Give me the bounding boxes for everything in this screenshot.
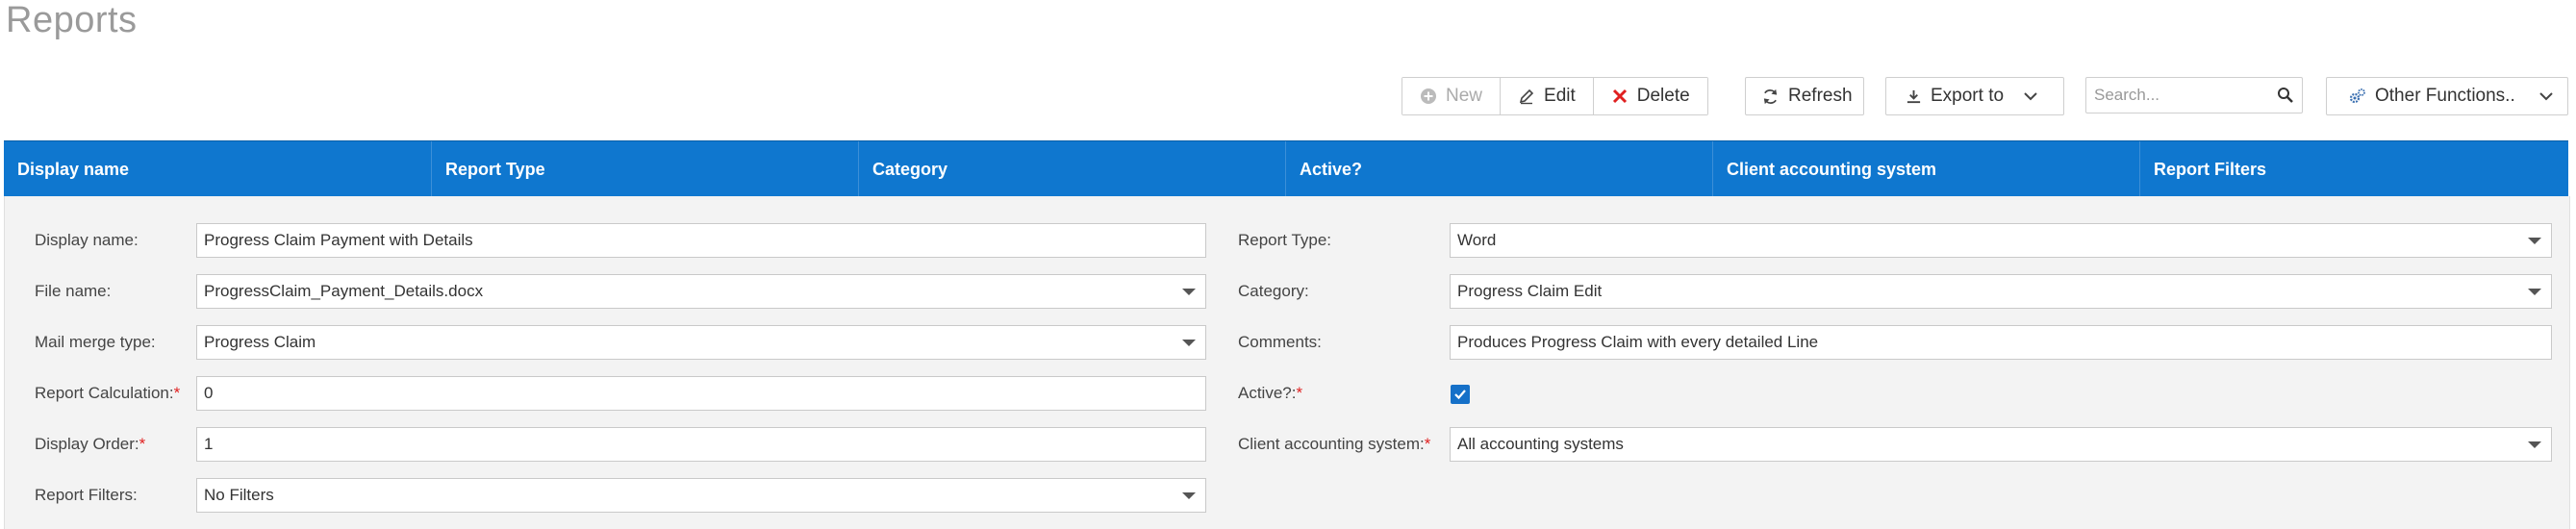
plus-circle-icon bbox=[1420, 88, 1437, 105]
mail-merge-type-select[interactable]: Progress Claim bbox=[196, 325, 1206, 360]
x-icon bbox=[1611, 88, 1629, 105]
refresh-button[interactable]: Refresh bbox=[1745, 77, 1864, 115]
report-filters-label: Report Filters: bbox=[35, 486, 138, 504]
report-calculation-field[interactable]: 0 bbox=[196, 376, 1206, 411]
file-name-select[interactable]: ProgressClaim_Payment_Details.docx bbox=[196, 274, 1206, 309]
delete-button[interactable]: Delete bbox=[1593, 78, 1707, 114]
chevron-down-icon bbox=[2538, 91, 2554, 101]
search-icon[interactable] bbox=[2277, 87, 2294, 104]
column-header-display-name[interactable]: Display name bbox=[4, 141, 431, 197]
other-functions-label: Other Functions.. bbox=[2375, 86, 2515, 106]
checkmark-icon bbox=[1454, 390, 1466, 400]
comments-label: Comments: bbox=[1238, 333, 1322, 351]
active-label: Active?: * bbox=[1238, 384, 1303, 402]
display-name-label: Display name: bbox=[35, 231, 139, 249]
grid-header: Display name Report Type Category Active… bbox=[4, 140, 2568, 197]
column-header-report-type[interactable]: Report Type bbox=[431, 141, 858, 197]
column-header-category[interactable]: Category bbox=[858, 141, 1285, 197]
chevron-down-icon bbox=[2528, 238, 2541, 244]
report-type-select[interactable]: Word bbox=[1450, 223, 2552, 258]
report-calculation-label: Report Calculation: * bbox=[35, 384, 181, 402]
display-name-field[interactable]: Progress Claim Payment with Details bbox=[196, 223, 1206, 258]
file-name-label: File name: bbox=[35, 282, 112, 300]
chevron-down-icon bbox=[1182, 492, 1196, 499]
edit-button[interactable]: Edit bbox=[1501, 78, 1594, 114]
category-select[interactable]: Progress Claim Edit bbox=[1450, 274, 2552, 309]
export-button-label: Export to bbox=[1931, 86, 2005, 106]
display-order-label: Display Order: * bbox=[35, 435, 146, 453]
search-input[interactable] bbox=[2086, 79, 2275, 112]
pencil-icon bbox=[1518, 88, 1535, 105]
chevron-down-icon bbox=[1182, 340, 1196, 346]
delete-button-label: Delete bbox=[1636, 86, 1690, 106]
other-functions-button[interactable]: Other Functions.. bbox=[2326, 77, 2568, 115]
chevron-down-icon bbox=[2528, 289, 2541, 295]
new-button[interactable]: New bbox=[1402, 78, 1502, 114]
mail-merge-type-label: Mail merge type: bbox=[35, 333, 156, 351]
chevron-down-icon bbox=[2023, 91, 2038, 101]
edit-button-label: Edit bbox=[1544, 86, 1576, 106]
report-filters-select[interactable]: No Filters bbox=[196, 478, 1206, 513]
refresh-button-label: Refresh bbox=[1788, 86, 1853, 106]
gears-icon bbox=[2348, 87, 2367, 106]
export-button[interactable]: Export to bbox=[1885, 77, 2064, 115]
detail-form: Display name: Progress Claim Payment wit… bbox=[4, 196, 2570, 529]
search-box bbox=[2085, 77, 2303, 113]
toolbar: New Edit Delete Refresh Export to Search… bbox=[0, 77, 2576, 115]
client-accounting-system-select[interactable]: All accounting systems bbox=[1450, 427, 2552, 462]
report-type-label: Report Type: bbox=[1238, 231, 1332, 249]
column-header-client-accounting-system[interactable]: Client accounting system bbox=[1712, 141, 2139, 197]
crud-button-group: New Edit Delete bbox=[1402, 77, 1708, 115]
active-checkbox[interactable] bbox=[1451, 385, 1470, 404]
comments-field[interactable]: Produces Progress Claim with every detai… bbox=[1450, 325, 2552, 360]
refresh-icon bbox=[1761, 88, 1780, 106]
new-button-label: New bbox=[1446, 86, 1483, 106]
download-icon bbox=[1906, 88, 1922, 105]
chevron-down-icon bbox=[1182, 289, 1196, 295]
column-header-active[interactable]: Active? bbox=[1285, 141, 1712, 197]
client-accounting-system-label: Client accounting system: * bbox=[1238, 435, 1431, 453]
column-header-report-filters[interactable]: Report Filters bbox=[2139, 141, 2568, 197]
display-order-field[interactable]: 1 bbox=[196, 427, 1206, 462]
category-label: Category: bbox=[1238, 282, 1309, 300]
page-title: Reports bbox=[6, 0, 138, 40]
chevron-down-icon bbox=[2528, 441, 2541, 448]
